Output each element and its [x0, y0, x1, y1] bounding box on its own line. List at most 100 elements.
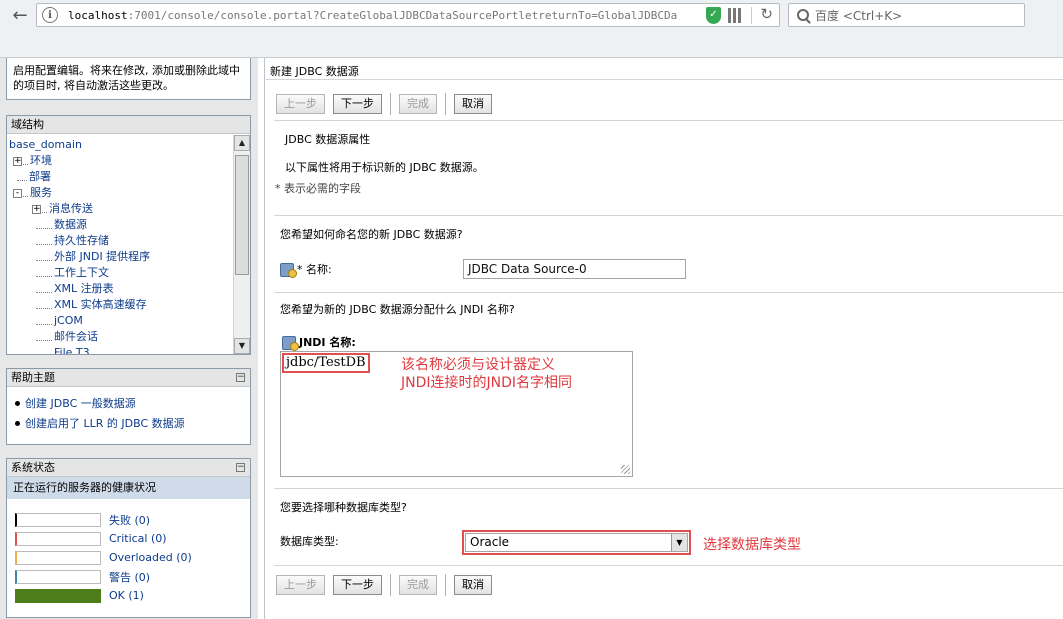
search-placeholder: 百度 <Ctrl+K> — [815, 8, 903, 23]
back-arrow-icon[interactable]: ← — [6, 3, 34, 27]
tree-item-environment[interactable]: + 环境 — [9, 153, 233, 169]
panel-divider — [264, 58, 265, 619]
status-bar — [15, 550, 101, 565]
status-label[interactable]: OK (1) — [109, 589, 144, 602]
expand-icon[interactable]: + — [13, 156, 22, 166]
jndi-annotation-line2: JNDI连接时的JNDI名字相同 — [401, 375, 573, 391]
tree-item-deployments[interactable]: 部署 — [9, 169, 233, 185]
next-button[interactable]: 下一步 — [333, 575, 382, 595]
scroll-thumb[interactable] — [235, 155, 249, 275]
bullet-icon — [15, 400, 20, 406]
status-label[interactable]: Overloaded (0) — [109, 551, 192, 564]
dbtype-selected-value: Oracle — [470, 535, 510, 549]
jndi-name-value[interactable]: jdbc/TestDB — [282, 353, 370, 373]
name-label: * 名称: — [280, 261, 332, 278]
status-rows: 失败 (0) Critical (0) Overloaded (0) 警告 (0) OK… — [7, 499, 250, 605]
status-row: Overloaded (0) — [15, 548, 250, 567]
expand-icon[interactable]: + — [32, 204, 41, 214]
divider — [274, 120, 1063, 121]
qr-code-icon[interactable] — [728, 8, 743, 23]
finish-button[interactable]: 完成 — [399, 94, 437, 114]
status-row: Critical (0) — [15, 529, 250, 548]
back-button[interactable]: 上一步 — [276, 575, 325, 595]
finish-button[interactable]: 完成 — [399, 575, 437, 595]
required-note: * 表示必需的字段 — [275, 182, 361, 195]
dbtype-highlight: Oracle ▼ — [462, 530, 691, 555]
status-label[interactable]: 失败 (0) — [109, 512, 150, 528]
tree-item-datasources[interactable]: 数据源 — [9, 217, 233, 233]
tree-scrollbar[interactable]: ▲ ▼ — [233, 135, 250, 354]
tree-item-jcom[interactable]: jCOM — [9, 313, 233, 329]
tree-item-foreign-jndi[interactable]: 外部 JNDI 提供程序 — [9, 249, 233, 265]
tree-item-messaging[interactable]: + 消息传送 — [9, 201, 233, 217]
system-status-header: 系统状态 − — [7, 459, 250, 477]
dbtype-select[interactable]: Oracle ▼ — [465, 533, 688, 552]
status-row: 警告 (0) — [15, 567, 250, 586]
left-panel: 启用配置编辑。将来在修改, 添加或删除此域中的项目时, 将自动激活这些更改。 域… — [0, 58, 258, 619]
status-bar — [15, 512, 101, 527]
jndi-annotation-line1: 该名称必须与设计器定义 — [401, 357, 555, 373]
divider — [751, 7, 752, 24]
divider — [274, 215, 1063, 216]
dbtype-question: 您要选择哪种数据库类型? — [280, 501, 407, 514]
cancel-button[interactable]: 取消 — [454, 94, 492, 114]
tree-item-xml-registries[interactable]: XML 注册表 — [9, 281, 233, 297]
cancel-button[interactable]: 取消 — [454, 575, 492, 595]
help-link-create-jdbc[interactable]: 创建 JDBC 一般数据源 — [15, 393, 250, 413]
scroll-up-icon[interactable]: ▲ — [234, 135, 250, 151]
divider — [390, 574, 391, 596]
domain-tree: base_domain + 环境 部署 - 服务 + 消息传送 数据源 持久性存储 外… — [7, 135, 233, 354]
site-info-icon[interactable]: i — [42, 7, 58, 23]
help-topics-box: 帮助主题 − 创建 JDBC 一般数据源 创建启用了 LLR 的 JDBC 数据… — [6, 368, 251, 445]
section-title: JDBC 数据源属性 — [285, 133, 371, 146]
status-subtitle: 正在运行的服务器的健康状况 — [7, 477, 250, 499]
domain-structure-box: 域结构 base_domain + 环境 部署 - 服务 + 消息传送 数据源 持久性… — [6, 115, 251, 355]
button-bar-top: 上一步 下一步 完成 取消 — [276, 93, 500, 115]
field-info-icon — [280, 263, 297, 278]
system-status-box: 系统状态 − 正在运行的服务器的健康状况 失败 (0) Critical (0) O… — [6, 458, 251, 618]
scroll-down-icon[interactable]: ▼ — [234, 338, 250, 354]
search-icon — [797, 9, 809, 21]
browser-toolbar: ← i localhost:7001/console/console.porta… — [0, 0, 1063, 58]
chevron-down-icon[interactable]: ▼ — [671, 534, 687, 551]
divider — [390, 93, 391, 115]
tree-item-work-contexts[interactable]: 工作上下文 — [9, 265, 233, 281]
status-row: 失败 (0) — [15, 510, 250, 529]
change-center-text: 启用配置编辑。将来在修改, 添加或删除此域中的项目时, 将自动激活这些更改。 — [13, 64, 240, 92]
url-text[interactable]: localhost:7001/console/console.portal?Cr… — [68, 9, 678, 22]
collapse-icon[interactable]: − — [236, 373, 245, 382]
reload-icon[interactable]: ↻ — [760, 5, 773, 23]
tree-item-xml-entity-caches[interactable]: XML 实体高速缓存 — [9, 297, 233, 313]
button-bar-bottom: 上一步 下一步 完成 取消 — [276, 574, 500, 596]
back-button[interactable]: 上一步 — [276, 94, 325, 114]
tree-item-file-t3[interactable]: File T3 — [9, 345, 233, 354]
next-button[interactable]: 下一步 — [333, 94, 382, 114]
search-input[interactable]: 百度 <Ctrl+K> — [788, 3, 1025, 27]
collapse-icon[interactable]: − — [236, 463, 245, 472]
dbtype-label: 数据库类型: — [280, 535, 339, 548]
collapse-tree-icon[interactable]: - — [13, 188, 22, 198]
status-label[interactable]: Critical (0) — [109, 532, 167, 545]
name-input[interactable]: JDBC Data Source-0 — [463, 259, 686, 279]
section-description: 以下属性将用于标识新的 JDBC 数据源。 — [285, 161, 484, 174]
jndi-label: JNDI 名称: — [282, 334, 356, 351]
resize-grip-icon[interactable] — [621, 465, 630, 474]
status-label[interactable]: 警告 (0) — [109, 569, 150, 585]
tree-item-persistent-stores[interactable]: 持久性存储 — [9, 233, 233, 249]
status-bar — [15, 569, 101, 584]
address-bar[interactable]: i localhost:7001/console/console.portal?… — [36, 3, 780, 27]
tree-item-mail-sessions[interactable]: 邮件会话 — [9, 329, 233, 345]
divider — [445, 574, 446, 596]
divider — [274, 565, 1063, 566]
dbtype-annotation: 选择数据库类型 — [703, 537, 801, 553]
bullet-icon — [15, 420, 20, 426]
name-question: 您希望如何命名您的新 JDBC 数据源? — [280, 228, 463, 241]
divider — [274, 292, 1063, 293]
tree-item-services[interactable]: - 服务 — [9, 185, 233, 201]
tree-root[interactable]: base_domain — [9, 137, 233, 153]
shield-icon[interactable]: ✓ — [706, 7, 721, 24]
help-link-create-llr[interactable]: 创建启用了 LLR 的 JDBC 数据源 — [15, 413, 250, 433]
main-content: 新建 JDBC 数据源 上一步 下一步 完成 取消 JDBC 数据源属性 以下属… — [266, 58, 1063, 619]
change-center-box: 启用配置编辑。将来在修改, 添加或删除此域中的项目时, 将自动激活这些更改。 — [6, 58, 251, 100]
status-bar — [15, 588, 101, 603]
